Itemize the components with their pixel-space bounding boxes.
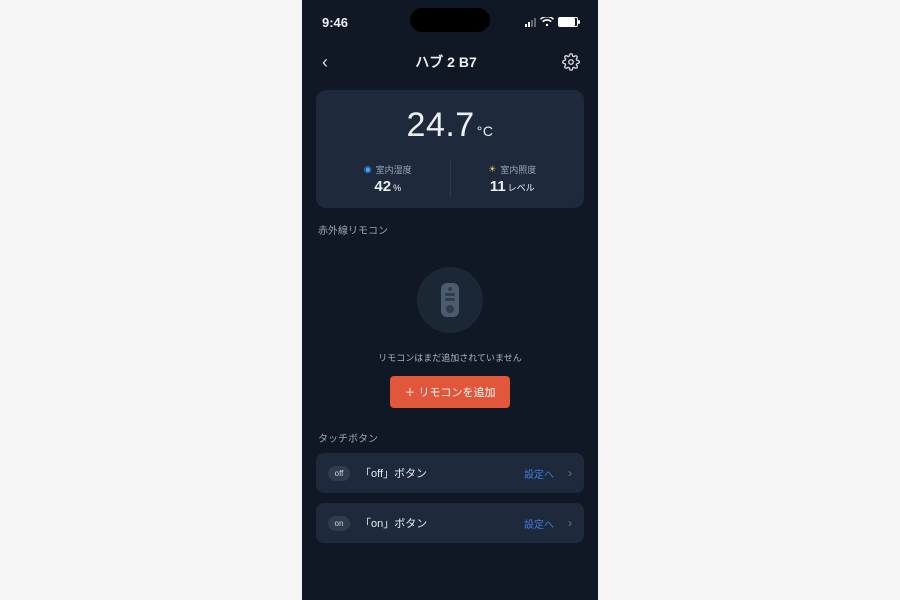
add-remote-button[interactable]: ＋ リモコンを追加 xyxy=(390,376,509,408)
touch-heading: タッチボタン xyxy=(318,430,582,445)
touch-item-on[interactable]: on 「on」ボタン 設定へ › xyxy=(316,503,584,543)
phone-screen: 9:46 ‹ ハブ 2 B7 xyxy=(302,0,598,600)
wifi-icon xyxy=(540,15,554,30)
climate-card: 24.7°C ◉ 室内湿度 42% xyxy=(316,90,584,208)
chevron-right-icon: › xyxy=(568,466,572,480)
settings-button[interactable] xyxy=(558,49,584,75)
back-button[interactable]: ‹ xyxy=(316,48,334,77)
light-unit: レベル xyxy=(508,183,535,193)
light-value: 11 xyxy=(490,178,506,195)
touch-badge: off xyxy=(328,466,350,481)
ir-empty-text: リモコンはまだ追加されていません xyxy=(316,351,584,364)
sun-icon: ☀ xyxy=(488,164,496,175)
light-block: ☀ 室内照度 11レベル xyxy=(450,159,575,198)
chevron-right-icon: › xyxy=(568,516,572,530)
nav-bar: ‹ ハブ 2 B7 xyxy=(302,44,598,80)
humidity-unit: % xyxy=(393,183,401,193)
ir-heading: 赤外線リモコン xyxy=(318,222,582,237)
touch-label: 「on」ボタン xyxy=(360,515,514,531)
light-label: 室内照度 xyxy=(500,163,536,176)
touch-label: 「off」ボタン xyxy=(360,465,514,481)
touch-item-off[interactable]: off 「off」ボタン 設定へ › xyxy=(316,453,584,493)
cellular-icon xyxy=(525,17,536,27)
status-time: 9:46 xyxy=(322,15,348,30)
temperature-value: 24.7°C xyxy=(407,106,494,145)
touch-settings-link: 設定へ xyxy=(524,516,554,531)
touch-badge: on xyxy=(328,516,350,531)
temperature-number: 24.7 xyxy=(407,106,475,145)
battery-icon xyxy=(558,17,578,27)
humidity-label: 室内湿度 xyxy=(376,163,412,176)
remote-icon xyxy=(417,267,483,333)
device-notch xyxy=(410,8,490,32)
humidity-value: 42 xyxy=(374,178,391,195)
ir-empty-state: リモコンはまだ追加されていません ＋ リモコンを追加 xyxy=(316,245,584,416)
droplet-icon: ◉ xyxy=(364,164,372,175)
touch-settings-link: 設定へ xyxy=(524,466,554,481)
temperature-unit: °C xyxy=(477,123,494,139)
humidity-block: ◉ 室内湿度 42% xyxy=(326,159,450,198)
page-title: ハブ 2 B7 xyxy=(415,52,476,72)
